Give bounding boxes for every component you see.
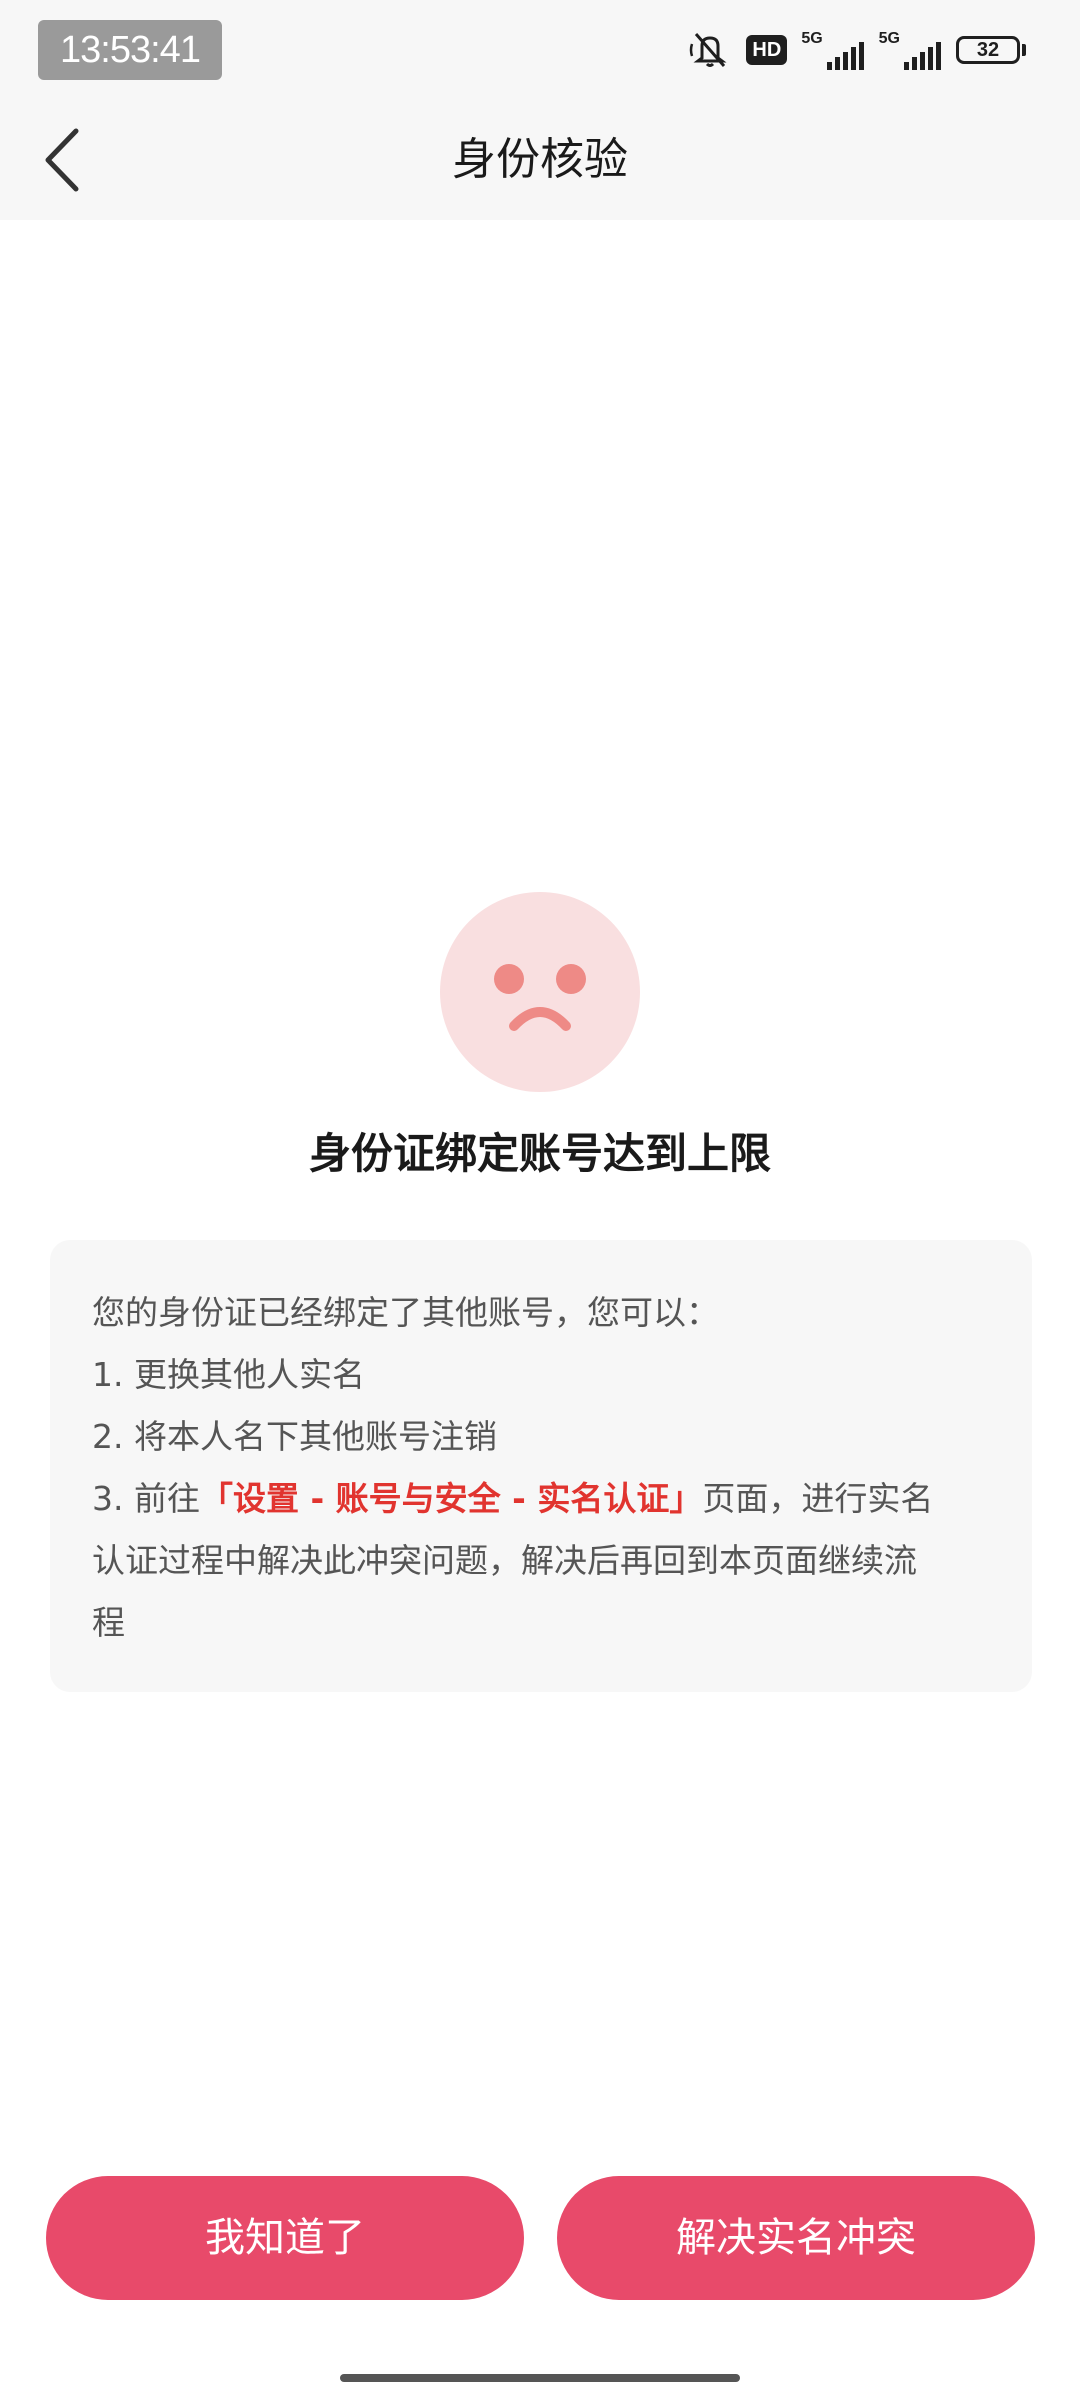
mute-icon	[690, 33, 727, 67]
home-indicator[interactable]	[340, 2374, 740, 2382]
info-option-3: 3. 前往「设置 - 账号与安全 - 实名认证」页面，进行实名	[92, 1468, 990, 1530]
info-intro: 您的身份证已经绑定了其他账号，您可以：	[92, 1293, 719, 1332]
status-icons: HD 5G 5G 32	[688, 28, 1026, 72]
settings-path-highlight: 「设置 - 账号与安全 - 实名认证」	[199, 1479, 703, 1518]
info-option-3-line-3: 程	[92, 1603, 125, 1642]
info-option-3-suffix: 页面，进行实名	[702, 1479, 934, 1518]
page-title: 身份核验	[452, 134, 628, 185]
info-card: 您的身份证已经绑定了其他账号，您可以： 1. 更换其他人实名 2. 将本人名下其…	[50, 1240, 1032, 1692]
battery-icon: 32	[956, 36, 1020, 64]
signal-icon-1: 5G	[801, 30, 864, 70]
result-title: 身份证绑定账号达到上限	[308, 1129, 771, 1178]
signal-icon-2: 5G	[879, 30, 942, 70]
network-type-2: 5G	[878, 30, 900, 47]
info-option-2: 2. 将本人名下其他账号注销	[92, 1417, 497, 1456]
sad-face-icon	[440, 892, 640, 1092]
status-bar: 13:53:41 HD 5G 5G 32	[0, 0, 1080, 100]
info-option-3-line-2: 认证过程中解决此冲突问题，解决后再回到本页面继续流	[92, 1541, 917, 1580]
hd-voice-badge: HD	[746, 35, 788, 65]
battery-level: 32	[976, 39, 1000, 61]
info-option-3-prefix: 3. 前往	[92, 1479, 200, 1518]
status-time: 13:53:41	[38, 20, 222, 80]
top-nav-bar: 身份核验	[0, 100, 1080, 220]
info-option-1: 1. 更换其他人实名	[92, 1355, 365, 1394]
battery-tip	[1022, 44, 1026, 56]
resolve-conflict-button[interactable]: 解决实名冲突	[557, 2176, 1035, 2300]
acknowledge-button[interactable]: 我知道了	[46, 2176, 524, 2300]
network-type-1: 5G	[801, 30, 823, 47]
